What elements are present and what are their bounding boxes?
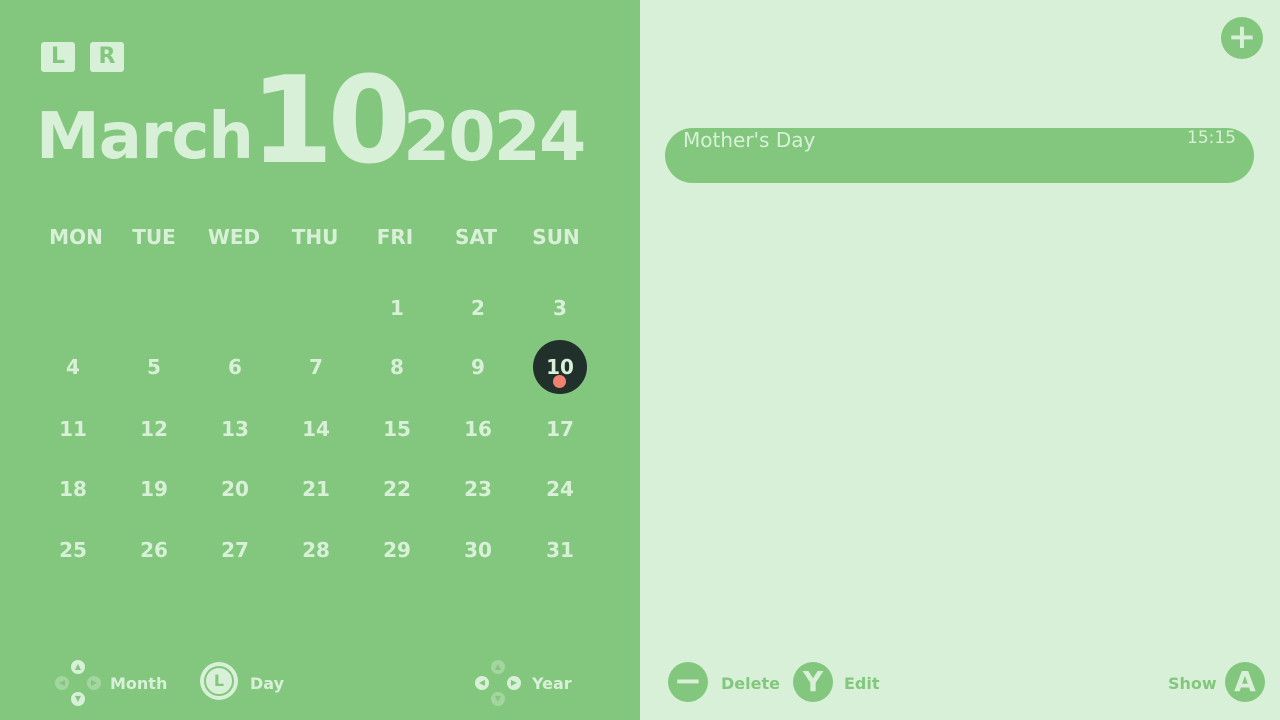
calendar-day[interactable]: 14 xyxy=(284,402,348,456)
calendar-day[interactable]: 6 xyxy=(203,340,267,394)
calendar-day[interactable]: 29 xyxy=(365,523,429,577)
calendar-day[interactable]: 1 xyxy=(365,281,429,335)
calendar-day[interactable]: 30 xyxy=(446,523,510,577)
calendar-day[interactable]: 5 xyxy=(122,340,186,394)
weekday-header: SUN xyxy=(532,225,580,249)
calendar-day[interactable]: 18 xyxy=(41,462,105,516)
event-item[interactable]: Mother's Day 15:15 xyxy=(665,128,1254,183)
calendar-day[interactable]: 26 xyxy=(122,523,186,577)
l-button-icon[interactable]: L xyxy=(41,42,75,72)
weekday-header: MON xyxy=(49,225,103,249)
calendar-day-selected[interactable]: 10 xyxy=(533,340,587,394)
calendar-day[interactable]: 28 xyxy=(284,523,348,577)
calendar-day[interactable]: 25 xyxy=(41,523,105,577)
month-hint-label: Month xyxy=(110,674,168,693)
event-title: Mother's Day xyxy=(683,128,816,152)
calendar-day[interactable]: 22 xyxy=(365,462,429,516)
calendar-day[interactable]: 24 xyxy=(528,462,592,516)
calendar-day[interactable]: 2 xyxy=(446,281,510,335)
month-title: March xyxy=(36,100,254,174)
calendar-day[interactable]: 23 xyxy=(446,462,510,516)
calendar-day[interactable]: 16 xyxy=(446,402,510,456)
weekday-header: SAT xyxy=(455,225,497,249)
edit-label: Edit xyxy=(844,674,880,693)
edit-button-icon[interactable]: Y xyxy=(793,662,833,702)
day-title: 10 xyxy=(250,52,411,191)
day-hint-label: Day xyxy=(250,674,285,693)
r-button-icon[interactable]: R xyxy=(90,42,124,72)
delete-label: Delete xyxy=(721,674,780,693)
calendar-day[interactable]: 15 xyxy=(365,402,429,456)
calendar-app: L R March 10 2024 MON TUE WED THU FRI SA… xyxy=(0,0,1280,720)
show-label: Show xyxy=(1168,674,1217,693)
calendar-day[interactable]: 9 xyxy=(446,340,510,394)
calendar-day[interactable]: 12 xyxy=(122,402,186,456)
weekday-header: THU xyxy=(291,225,339,249)
dpad-icon: ▲ ◀ ▶ ▼ xyxy=(55,660,101,706)
year-title: 2024 xyxy=(403,98,586,177)
event-dot-icon xyxy=(553,375,566,388)
calendar-day[interactable]: 8 xyxy=(365,340,429,394)
calendar-day[interactable]: 13 xyxy=(203,402,267,456)
show-button-icon[interactable]: A xyxy=(1225,662,1265,702)
calendar-day[interactable]: 20 xyxy=(203,462,267,516)
calendar-day[interactable]: 7 xyxy=(284,340,348,394)
calendar-panel: L R March 10 2024 MON TUE WED THU FRI SA… xyxy=(0,0,640,720)
events-panel xyxy=(640,0,1280,720)
weekday-header: TUE xyxy=(132,225,176,249)
delete-button-icon[interactable]: − xyxy=(668,662,708,702)
calendar-day[interactable]: 27 xyxy=(203,523,267,577)
calendar-day[interactable]: 11 xyxy=(41,402,105,456)
calendar-day[interactable]: 31 xyxy=(528,523,592,577)
weekday-header: FRI xyxy=(376,225,414,249)
weekday-header: WED xyxy=(207,225,261,249)
calendar-day[interactable]: 19 xyxy=(122,462,186,516)
left-stick-icon: L xyxy=(200,662,238,700)
add-event-button[interactable]: + xyxy=(1221,17,1263,59)
calendar-day[interactable]: 3 xyxy=(528,281,592,335)
calendar-day[interactable]: 17 xyxy=(528,402,592,456)
event-time: 15:15 xyxy=(1187,128,1236,148)
calendar-day[interactable]: 21 xyxy=(284,462,348,516)
year-hint-label: Year xyxy=(532,674,572,693)
dpad-icon: ▲ ◀ ▶ ▼ xyxy=(475,660,521,706)
calendar-day[interactable]: 4 xyxy=(41,340,105,394)
